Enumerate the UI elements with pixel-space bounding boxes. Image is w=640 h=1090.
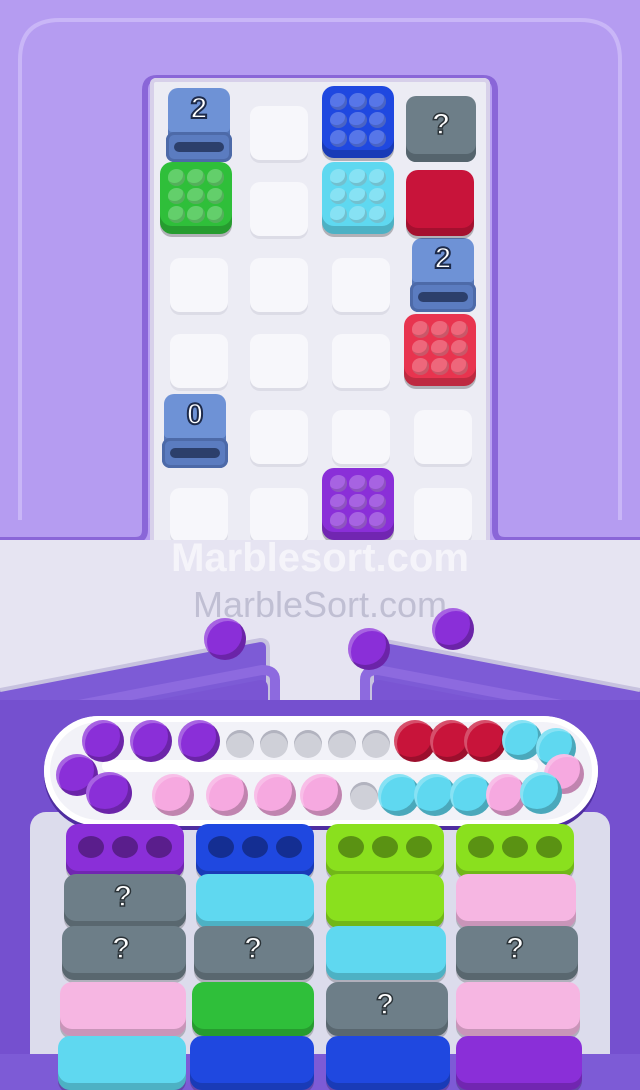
container-layer-cyan [58,1036,186,1090]
dispenser-count: 2 [434,241,453,276]
container-layer-pink [60,982,186,1036]
track-marble-pink [300,774,342,816]
marble-block-green[interactable] [160,162,232,234]
empty-cell [250,182,308,236]
empty-cell [250,334,308,388]
container-layer-mystery: ? [62,926,186,980]
empty-slot [260,730,288,758]
empty-cell [414,410,472,464]
track-marble-purple [82,720,124,762]
container-layer-pink [456,874,576,928]
mystery-label: ? [375,987,395,1022]
container-top-purple[interactable] [66,824,184,878]
track-marble-pink [206,774,248,816]
empty-cell [332,410,390,464]
track-marble-pink [152,774,194,816]
track-marble-cyan [520,772,562,814]
container-layer-mystery: ? [326,982,448,1036]
empty-cell [170,258,228,312]
empty-slot [294,730,322,758]
mystery-label: ? [111,931,131,966]
container-layer-green [192,982,314,1036]
watermark-secondary: MarbleSort.com [192,584,448,625]
container-layer-blue [190,1036,314,1090]
empty-cell [250,106,308,160]
container-layer-mystery: ? [194,926,314,980]
track-marble-purple [86,772,132,814]
container-top-blue[interactable] [196,824,314,878]
mystery-label: ? [113,879,133,914]
track-marble-purple [130,720,172,762]
dispenser-count: 0 [186,397,205,432]
container-layer-lime [326,874,444,928]
marble-block-cyan[interactable] [322,162,394,234]
container-layer-cyan [196,874,314,928]
dispenser-pipe[interactable]: 0 [162,394,228,470]
marble-block-blue[interactable] [322,86,394,158]
track-marble-red [464,720,506,762]
marble-block-red[interactable] [404,314,476,386]
container-layer-pink [456,982,580,1036]
container-layer-purple [456,1036,582,1090]
empty-cell [250,410,308,464]
empty-slot [226,730,254,758]
mystery-label: ? [505,931,525,966]
dispenser-pipe[interactable]: 2 [410,238,476,314]
empty-slot [350,782,378,810]
empty-slot [362,730,390,758]
empty-cell [332,258,390,312]
track-marble-pink [254,774,296,816]
empty-cell [250,258,308,312]
falling-marble [348,628,390,670]
empty-cell [332,334,390,388]
container-layer-mystery: ? [456,926,578,980]
falling-marble [204,618,246,660]
marble-block-dark-red[interactable] [406,170,474,236]
container-top-lime[interactable] [456,824,574,878]
track-marble-purple [178,720,220,762]
container-top-lime[interactable] [326,824,444,878]
container-layer-blue [326,1036,450,1090]
dispenser-count: 2 [190,91,209,126]
mystery-block[interactable]: ? [406,96,476,162]
conveyor-divider [102,760,538,772]
container-layer-mystery: ? [64,874,186,928]
dispenser-pipe[interactable]: 2 [166,88,232,164]
empty-cell [170,334,228,388]
container-layer-cyan [326,926,446,980]
falling-marble [432,608,474,650]
watermark-primary: Marblesort.com [171,536,469,580]
mystery-label: ? [243,931,263,966]
empty-slot [328,730,356,758]
